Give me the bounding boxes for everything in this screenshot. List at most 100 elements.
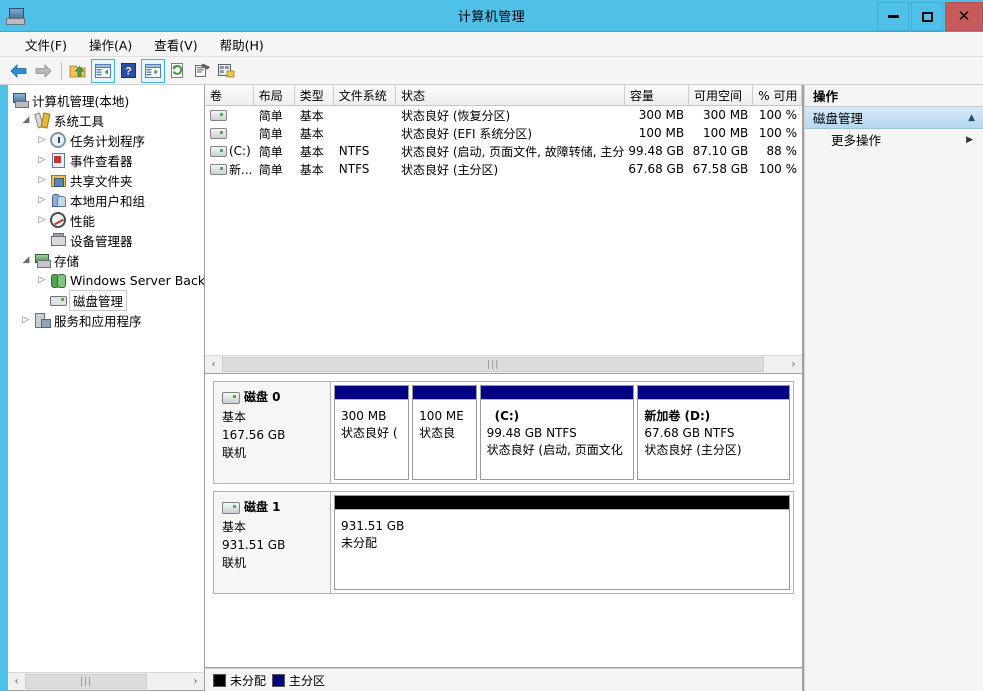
- partition-0-2[interactable]: (C:) 99.48 GB NTFS 状态良好 (启动, 页面文化: [479, 385, 635, 480]
- action-item-more-actions[interactable]: 更多操作 ▶: [805, 129, 983, 150]
- tree-item-local-users-groups[interactable]: ▷ 本地用户和组: [8, 190, 204, 210]
- tree-item-shared-folders[interactable]: ▷ 共享文件夹: [8, 170, 204, 190]
- column-header-type[interactable]: 类型: [295, 85, 334, 105]
- disk-type: 基本: [222, 410, 247, 424]
- partition-1-0[interactable]: 931.51 GB 未分配: [334, 495, 790, 590]
- column-header-filesystem[interactable]: 文件系统: [334, 85, 397, 105]
- help-button[interactable]: ?: [117, 60, 139, 82]
- disk-info-0[interactable]: 磁盘 0 基本 167.56 GB 联机: [213, 381, 331, 484]
- backup-icon: [50, 272, 66, 288]
- disk-partitions-0: 300 MB 状态良好 ( 100 ME 状态良 (C:) 99.48 GB N…: [331, 381, 794, 484]
- cell-percent: 100 %: [758, 162, 798, 176]
- scroll-right-arrow-icon[interactable]: ›: [785, 356, 802, 373]
- table-row[interactable]: 简单 基本 状态良好 (恢复分区) 300 MB 300 MB 100 %: [205, 106, 802, 124]
- table-row[interactable]: (C:) 简单 基本 NTFS 状态良好 (启动, 页面文件, 故障转储, 主分…: [205, 142, 802, 160]
- tree-item-windows-server-backup[interactable]: ▷ Windows Server Back: [8, 270, 204, 290]
- menu-action[interactable]: 操作(A): [78, 33, 143, 56]
- show-action-pane-button[interactable]: [141, 58, 165, 83]
- refresh-icon: [171, 62, 183, 78]
- volume-list-header: 卷 布局 类型 文件系统 状态 容量 可用空间 % 可用: [205, 85, 802, 106]
- up-folder-button[interactable]: [67, 60, 89, 82]
- tree-label: 服务和应用程序: [54, 313, 142, 329]
- chevron-up-icon[interactable]: ▲: [968, 113, 975, 123]
- partition-0-0[interactable]: 300 MB 状态良好 (: [334, 385, 410, 480]
- storage-icon: [34, 252, 51, 268]
- arrow-left-icon: [10, 63, 27, 78]
- cell-capacity: 300 MB: [638, 108, 685, 122]
- tree-item-event-viewer[interactable]: ▷ 事件查看器: [8, 150, 204, 170]
- tree-item-services-applications[interactable]: ▷ 服务和应用程序: [8, 310, 204, 330]
- forward-button[interactable]: [32, 60, 54, 82]
- cell-layout: 简单: [258, 108, 283, 123]
- disk-state: 联机: [222, 556, 247, 570]
- collapse-arrow-icon[interactable]: ◢: [18, 255, 34, 265]
- scroll-right-arrow-icon[interactable]: ›: [187, 673, 204, 690]
- cell-free: 300 MB: [702, 108, 749, 122]
- menu-file[interactable]: 文件(F): [14, 33, 78, 56]
- tree-item-storage[interactable]: ◢ 存储: [8, 250, 204, 270]
- scroll-track[interactable]: |||: [222, 356, 785, 373]
- scroll-track[interactable]: |||: [25, 673, 187, 690]
- chevron-right-icon[interactable]: ▶: [966, 135, 973, 145]
- show-tree-button[interactable]: [91, 58, 115, 83]
- scroll-left-arrow-icon[interactable]: ‹: [8, 673, 25, 690]
- tree-label: 共享文件夹: [70, 173, 133, 189]
- tree-item-performance[interactable]: ▷ 性能: [8, 210, 204, 230]
- expand-arrow-icon[interactable]: ▷: [18, 315, 34, 325]
- scroll-thumb[interactable]: |||: [222, 357, 765, 372]
- expand-arrow-icon[interactable]: ▷: [34, 175, 50, 185]
- column-header-capacity[interactable]: 容量: [625, 85, 690, 105]
- table-row[interactable]: 简单 基本 状态良好 (EFI 系统分区) 100 MB 100 MB 100 …: [205, 124, 802, 142]
- menu-view[interactable]: 查看(V): [143, 33, 208, 56]
- scroll-thumb[interactable]: |||: [25, 674, 147, 689]
- refresh-button[interactable]: [167, 60, 189, 82]
- menu-help[interactable]: 帮助(H): [209, 33, 275, 56]
- volume-list-horizontal-scrollbar[interactable]: ‹ ||| ›: [205, 355, 802, 373]
- partition-body: 新加卷 (D:) 67.68 GB NTFS 状态良好 (主分区): [638, 399, 790, 479]
- action-section-disk-management[interactable]: 磁盘管理 ▲: [805, 107, 983, 129]
- partition-0-1[interactable]: 100 ME 状态良: [412, 385, 477, 480]
- expand-arrow-icon[interactable]: ▷: [34, 275, 50, 285]
- properties-button[interactable]: [215, 60, 237, 82]
- collapse-arrow-icon[interactable]: ◢: [18, 115, 34, 125]
- column-header-free-space[interactable]: 可用空间: [689, 85, 754, 105]
- disk-graphical-view: 磁盘 0 基本 167.56 GB 联机 300 MB 状态良好 (100 M…: [205, 374, 803, 668]
- volume-icon: [210, 109, 227, 121]
- partition-type-bar: [335, 496, 789, 509]
- expand-arrow-icon[interactable]: ▷: [34, 215, 50, 225]
- device-manager-icon: [50, 232, 66, 248]
- partition-0-3[interactable]: 新加卷 (D:) 67.68 GB NTFS 状态良好 (主分区): [637, 385, 791, 480]
- tree-item-disk-management[interactable]: 磁盘管理: [8, 289, 204, 311]
- column-header-layout[interactable]: 布局: [254, 85, 295, 105]
- volume-icon: [210, 145, 227, 157]
- export-list-button[interactable]: [191, 60, 213, 82]
- tree-label: 计算机管理(本地): [32, 93, 130, 109]
- menu-bar: 文件(F) 操作(A) 查看(V) 帮助(H): [0, 32, 983, 57]
- tree-item-system-tools[interactable]: ◢ 系统工具: [8, 110, 204, 130]
- expand-arrow-icon[interactable]: ▷: [34, 195, 50, 205]
- table-row[interactable]: 新... 简单 基本 NTFS 状态良好 (主分区) 67.68 GB 67.5…: [205, 160, 802, 178]
- cell-capacity: 100 MB: [638, 126, 685, 140]
- back-button[interactable]: [8, 60, 30, 82]
- action-pane: 操作 磁盘管理 ▲ 更多操作 ▶: [804, 85, 983, 691]
- scroll-left-arrow-icon[interactable]: ‹: [205, 356, 222, 373]
- tree-label: Windows Server Back: [70, 272, 204, 288]
- disk-info-1[interactable]: 磁盘 1 基本 931.51 GB 联机: [213, 491, 331, 594]
- expand-arrow-icon[interactable]: ▷: [34, 155, 50, 165]
- services-icon: [34, 312, 51, 328]
- toolbar: ?: [0, 57, 983, 85]
- tree-item-task-scheduler[interactable]: ▷ 任务计划程序: [8, 130, 204, 150]
- column-header-percent-free[interactable]: % 可用: [753, 85, 802, 105]
- disk-name: 磁盘 0: [244, 390, 281, 404]
- column-header-volume[interactable]: 卷: [205, 85, 254, 105]
- tree-root-computer-management[interactable]: 计算机管理(本地): [8, 90, 204, 110]
- expand-arrow-icon[interactable]: ▷: [34, 135, 50, 145]
- tree-item-device-manager[interactable]: 设备管理器: [8, 230, 204, 250]
- disk-size: 167.56 GB: [222, 428, 286, 442]
- disk-icon: [222, 501, 240, 514]
- legend-swatch-primary: [272, 673, 286, 687]
- column-header-status[interactable]: 状态: [396, 85, 625, 105]
- tree-horizontal-scrollbar[interactable]: ‹ ||| ›: [8, 672, 204, 690]
- disk-row-0: 磁盘 0 基本 167.56 GB 联机 300 MB 状态良好 (100 M…: [213, 381, 794, 484]
- console-tree-pane: 计算机管理(本地) ◢ 系统工具 ▷ 任务计划程序 ▷ 事件查看器 ▷ 共享文件…: [8, 85, 205, 691]
